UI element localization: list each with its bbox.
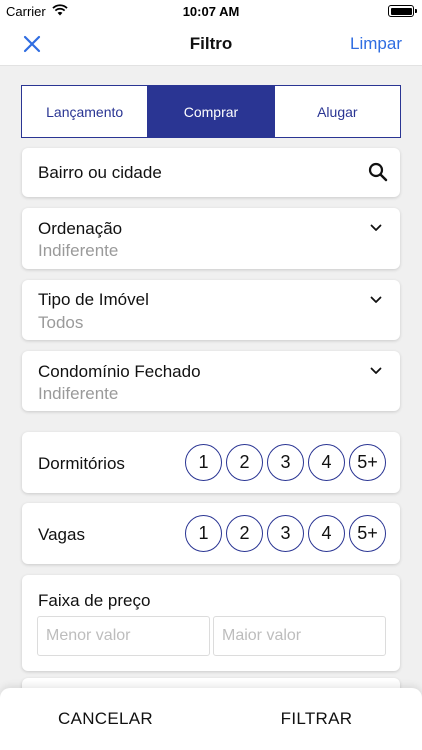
parking-option-3[interactable]: 3 [267,515,304,552]
battery-icon [388,5,417,17]
parking-option-2[interactable]: 2 [226,515,263,552]
segment-lancamento[interactable]: Lançamento [22,86,147,137]
transaction-type-segment: Lançamento Comprar Alugar [21,85,401,138]
cancel-button[interactable]: CANCELAR [0,688,211,750]
max-price-input[interactable] [213,616,386,656]
segment-comprar[interactable]: Comprar [147,86,274,137]
price-inputs [37,616,386,656]
chevron-down-icon [370,367,382,374]
filter-button[interactable]: FILTRAR [211,688,422,750]
bedrooms-option-4[interactable]: 4 [308,444,345,481]
ordering-select[interactable]: Ordenação Indiferente [22,208,400,269]
chevron-down-icon [370,296,382,303]
location-search-field[interactable]: Bairro ou cidade [22,148,400,197]
bedrooms-option-2[interactable]: 2 [226,444,263,481]
gated-community-value: Indiferente [38,384,119,403]
location-label: Bairro ou cidade [38,163,162,182]
search-icon[interactable] [368,162,388,182]
gated-community-label: Condomínio Fechado [38,362,201,381]
bedrooms-options: 1 2 3 4 5+ [185,444,386,481]
bedrooms-option-1[interactable]: 1 [185,444,222,481]
price-range-label: Faixa de preço [38,591,151,610]
parking-label: Vagas [38,525,85,544]
bedrooms-option-5-plus[interactable]: 5+ [349,444,386,481]
status-bar: Carrier 10:07 AM [0,0,422,22]
gated-community-select[interactable]: Condomínio Fechado Indiferente [22,351,400,411]
ordering-value: Indiferente [38,241,119,260]
bottom-action-bar: CANCELAR FILTRAR [0,688,422,750]
bedrooms-filter: Dormitórios 1 2 3 4 5+ [22,432,400,493]
parking-options: 1 2 3 4 5+ [185,515,386,552]
parking-option-5-plus[interactable]: 5+ [349,515,386,552]
parking-option-4[interactable]: 4 [308,515,345,552]
bedrooms-option-3[interactable]: 3 [267,444,304,481]
property-type-select[interactable]: Tipo de Imóvel Todos [22,280,400,340]
property-type-label: Tipo de Imóvel [38,290,149,309]
parking-filter: Vagas 1 2 3 4 5+ [22,503,400,564]
ordering-label: Ordenação [38,219,123,238]
segment-alugar[interactable]: Alugar [273,86,400,137]
bedrooms-label: Dormitórios [38,454,125,473]
price-range-filter: Faixa de preço [22,575,400,671]
min-price-input[interactable] [37,616,210,656]
parking-option-1[interactable]: 1 [185,515,222,552]
status-time: 10:07 AM [182,4,240,19]
clear-button[interactable]: Limpar [350,34,402,54]
property-type-value: Todos [38,313,84,332]
chevron-down-icon [370,224,382,231]
nav-bar: Filtro Limpar [0,22,422,66]
